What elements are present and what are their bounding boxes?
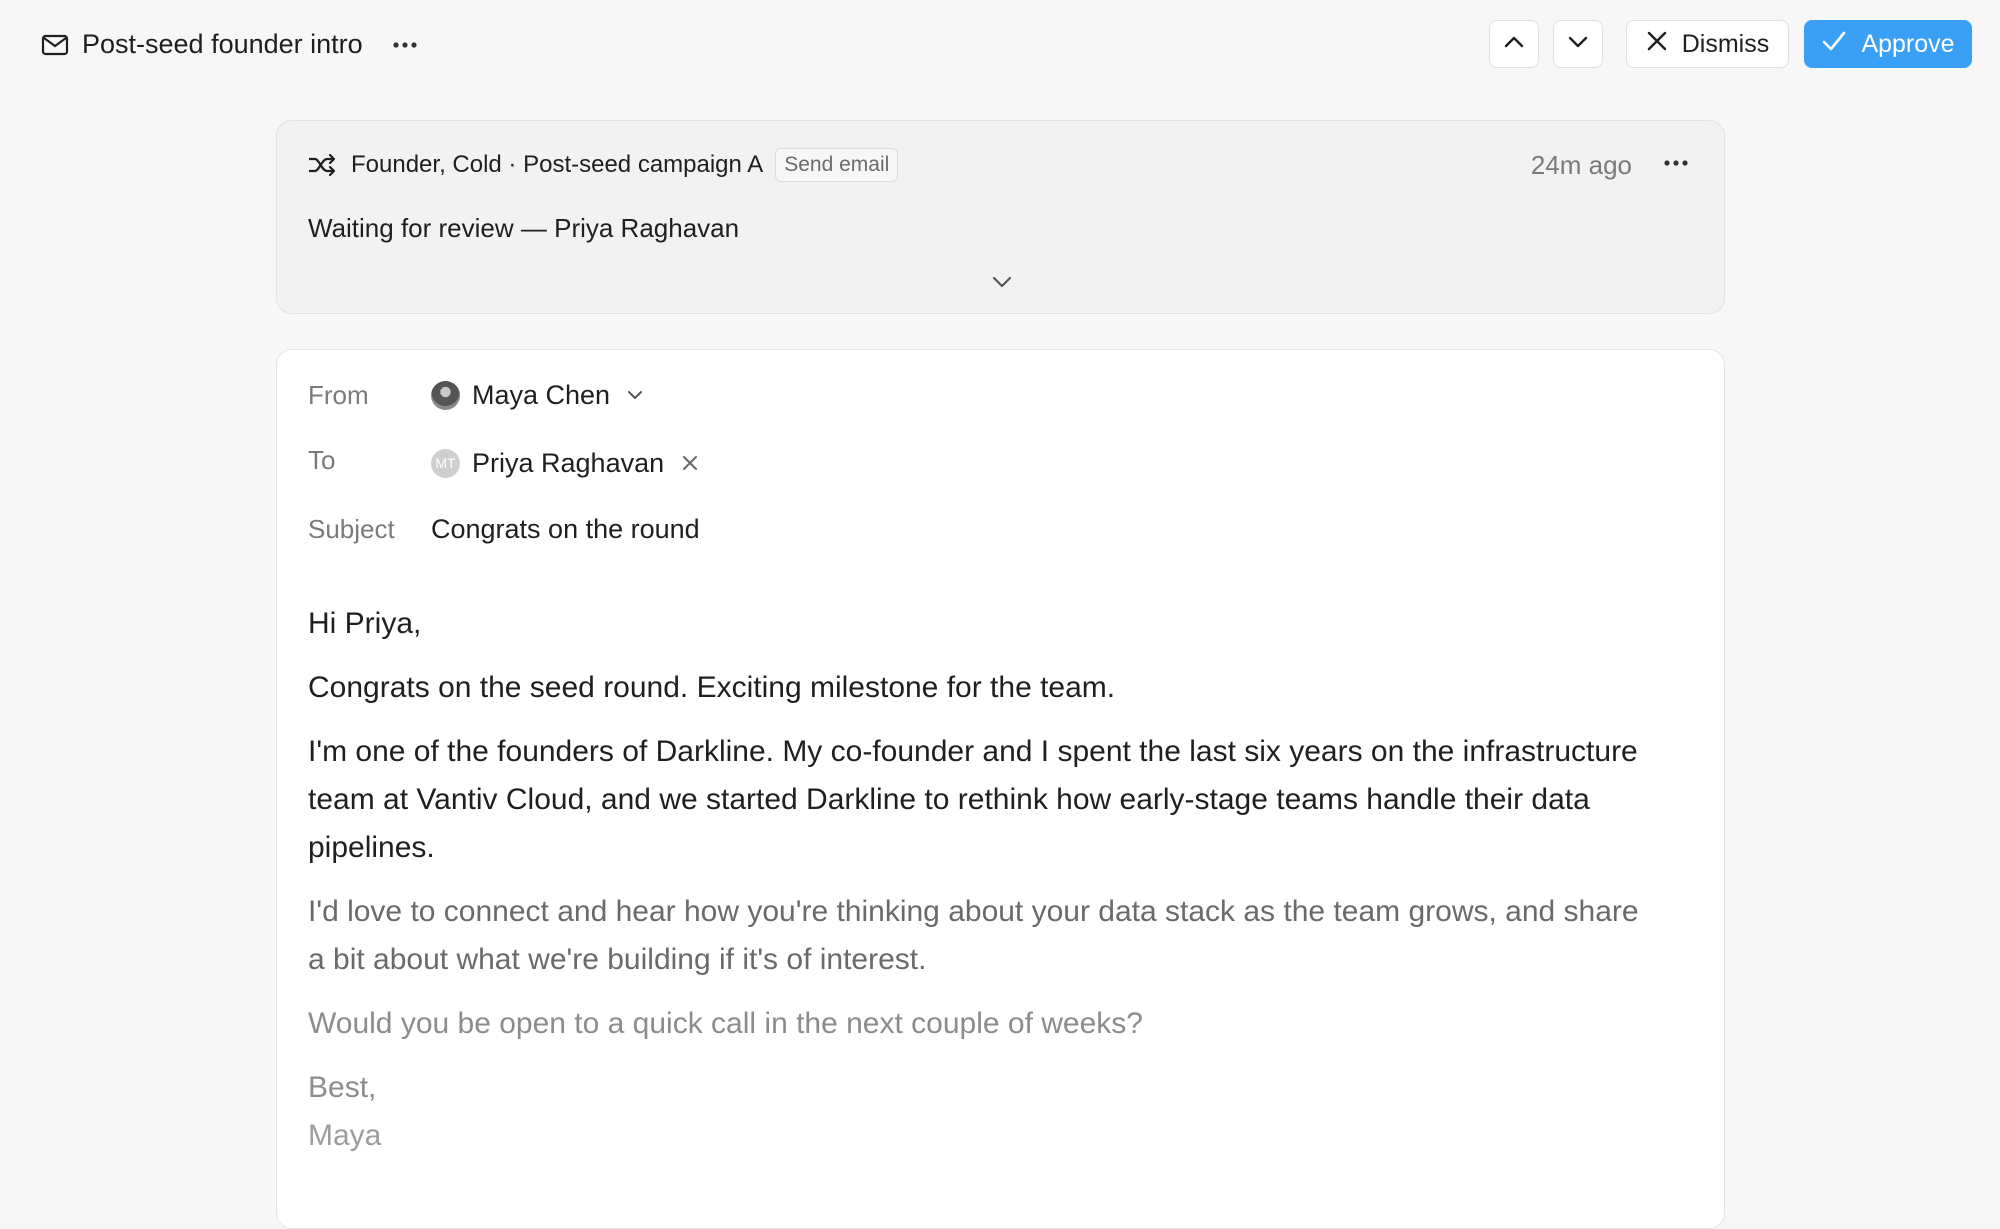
expand-chevron-icon[interactable] [987,267,1017,297]
body-signoff: Best, [308,1071,377,1104]
review-status: Waiting for review — Priya Raghavan [308,213,740,243]
card-more-options-icon[interactable] [1658,147,1694,179]
timestamp: 24m ago [1530,150,1632,180]
avatar: MT [431,448,460,478]
from-name: Maya Chen [472,379,611,410]
remove-recipient-icon[interactable] [682,452,704,474]
email-body[interactable]: Hi Priya, Congrats on the seed round. Ex… [308,600,1648,1160]
from-label: From [308,380,369,410]
shuffle-icon [307,150,337,180]
body-signature: Maya [308,1119,382,1152]
more-options-icon[interactable] [389,29,421,61]
mail-icon [40,30,70,60]
next-button[interactable] [1553,20,1603,68]
subject-label: Subject [308,514,395,544]
title-area: Post-seed founder intro [40,22,421,67]
action-tag: Send email [775,148,899,182]
chevron-up-icon [1503,35,1525,54]
email-draft: From Maya Chen To MT Priya Raghavan Subj… [276,349,1725,1229]
chevron-down-icon [1567,35,1589,54]
to-field[interactable]: MT Priya Raghavan [431,446,704,480]
body-greeting: Hi Priya, [308,607,422,640]
subject-field[interactable]: Congrats on the round [431,514,700,545]
from-field[interactable]: Maya Chen [431,378,648,412]
avatar [431,380,460,410]
page-title: Post-seed founder intro [82,29,363,59]
approve-label: Approve [1861,29,1955,58]
body-paragraph: I'm one of the founders of Darkline. My … [308,735,1638,864]
dismiss-label: Dismiss [1681,29,1770,58]
check-icon [1821,30,1847,59]
chevron-down-icon[interactable] [626,384,648,406]
body-paragraph: I'd love to connect and hear how you're … [308,895,1639,976]
body-paragraph: Would you be open to a quick call in the… [308,1007,1143,1040]
campaign-label: Founder, Cold · Post-seed campaign A [351,151,764,178]
dismiss-button[interactable]: Dismiss [1626,20,1789,68]
previous-button[interactable] [1489,20,1539,68]
close-icon [1646,30,1668,59]
top-bar: Post-seed founder intro Dismiss Approve [0,0,2000,90]
campaign-row: Founder, Cold · Post-seed campaign A Sen… [307,145,899,185]
body-paragraph: Congrats on the seed round. Exciting mil… [308,671,1116,704]
status-card: Founder, Cold · Post-seed campaign A Sen… [276,120,1725,314]
to-name: Priya Raghavan [472,447,665,478]
approve-button[interactable]: Approve [1804,20,1972,68]
to-label: To [308,445,336,475]
